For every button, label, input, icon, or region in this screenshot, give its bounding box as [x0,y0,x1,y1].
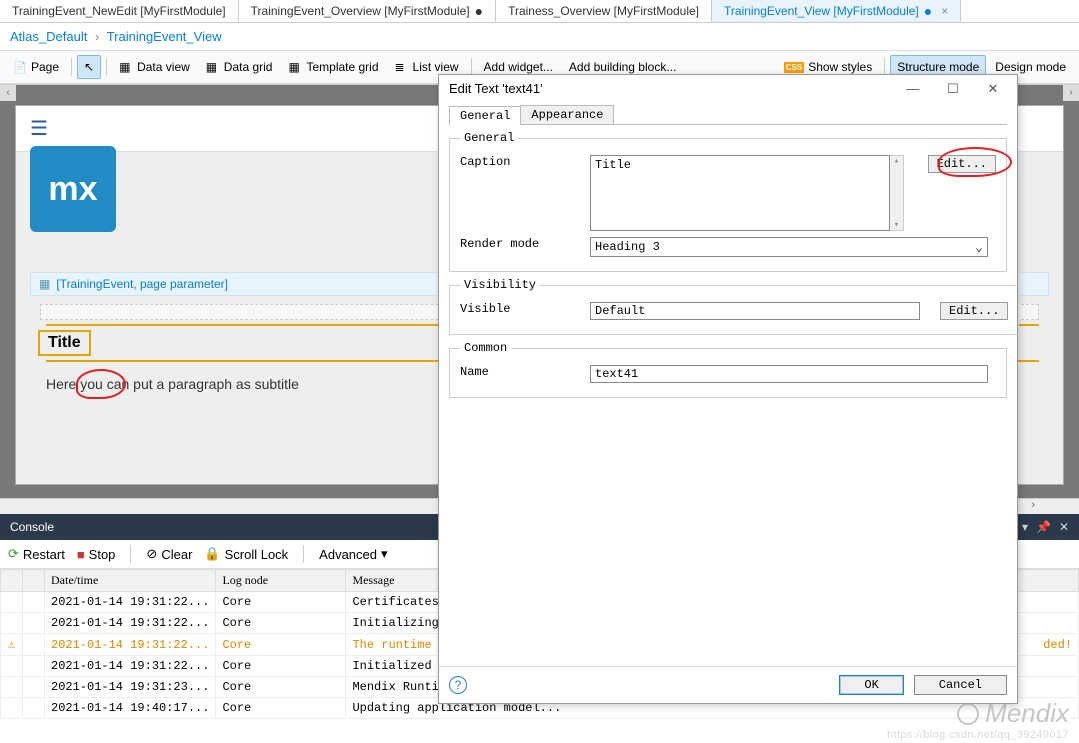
caption-input[interactable]: Title [590,155,890,231]
console-title: Console [10,520,54,534]
legend-visibility: Visibility [460,278,540,292]
stop-icon: ■ [77,547,85,562]
restart-button[interactable]: ⟳Restart [8,546,65,562]
cursor-icon: ↖ [84,60,94,74]
entity-icon [39,277,50,291]
close-icon[interactable]: × [941,4,948,18]
cancel-button[interactable]: Cancel [914,675,1007,695]
hamburger-icon[interactable]: ☰ [30,116,48,141]
breadcrumb-root[interactable]: Atlas_Default [10,29,87,44]
visible-label: Visible [460,302,580,316]
dirty-dot-icon: ● [475,4,483,18]
dialog-buttons: ? OK Cancel [439,666,1017,703]
page-icon [13,60,27,74]
clear-icon: ⊘ [146,546,157,562]
templategrid-icon [288,60,302,74]
minimize-icon[interactable]: — [893,81,933,97]
listview-icon [395,60,409,74]
dropdown-icon[interactable]: ▾ [1022,520,1028,534]
dataview-icon [119,60,133,74]
fieldset-common: Common Name [449,341,1007,398]
visible-edit-button[interactable]: Edit... [940,302,1008,320]
maximize-icon[interactable]: ☐ [933,81,973,97]
template-grid-button[interactable]: Template grid [281,55,385,79]
dialog-titlebar[interactable]: Edit Text 'text41' — ☐ ✕ [439,75,1017,103]
pin-icon[interactable]: 📌 [1036,520,1051,534]
stop-button[interactable]: ■Stop [77,547,116,562]
mendix-logo: mx [30,146,116,232]
close-icon[interactable]: ✕ [973,81,1013,97]
help-icon[interactable]: ? [449,676,467,694]
tab-appearance[interactable]: Appearance [520,105,614,124]
tab-newedit[interactable]: TrainingEvent_NewEdit [MyFirstModule] [0,0,239,22]
dirty-dot-icon: ● [924,4,932,18]
css-icon: CSS [784,62,804,73]
name-label: Name [460,365,580,379]
ok-button[interactable]: OK [839,675,903,695]
tab-view[interactable]: TrainingEvent_View [MyFirstModule]●× [712,0,961,22]
clear-button[interactable]: ⊘Clear [146,546,192,562]
separator [303,545,304,563]
data-grid-button[interactable]: Data grid [199,55,280,79]
close-icon[interactable]: ✕ [1059,520,1069,534]
caption-label: Caption [460,155,580,169]
col-icon[interactable] [1,570,23,592]
dialog-tabs: General Appearance [449,105,1007,125]
visible-input[interactable] [590,302,920,320]
document-tabs: TrainingEvent_NewEdit [MyFirstModule] Tr… [0,0,1079,23]
tab-overview[interactable]: TrainingEvent_Overview [MyFirstModule]● [239,0,496,22]
tab-general[interactable]: General [449,106,521,125]
dialog-title: Edit Text 'text41' [449,81,543,97]
separator [130,545,131,563]
scroll-left-icon[interactable]: ‹ [0,85,16,101]
legend-general: General [460,131,518,145]
entity-label: [TrainingEvent, page parameter] [56,277,228,291]
scroll-lock-button[interactable]: 🔒Scroll Lock [204,546,288,562]
col-lognode[interactable]: Log node [216,570,346,592]
separator [106,58,107,76]
caption-edit-button[interactable]: Edit... [928,155,996,173]
legend-common: Common [460,341,511,355]
fieldset-general: General Caption Title ▴▾ Edit... Render … [449,131,1007,272]
fieldset-visibility: Visibility Visible Edit... [449,278,1019,335]
scroll-right-icon[interactable]: › [1063,85,1079,101]
chevron-down-icon: ▾ [381,546,388,562]
col-datetime[interactable]: Date/time [45,570,216,592]
render-mode-label: Render mode [460,237,580,251]
chevron-right-icon: › [95,29,99,44]
datagrid-icon [206,60,220,74]
restart-icon: ⟳ [8,546,19,562]
selection-tool[interactable]: ↖ [77,55,101,79]
breadcrumb-current[interactable]: TrainingEvent_View [107,29,222,44]
watermark-sub: https://blog.csdn.net/qq_39249017 [887,729,1069,741]
render-mode-combo[interactable]: Heading 3 [590,237,988,257]
tab-trainess[interactable]: Trainess_Overview [MyFirstModule] [496,0,712,22]
lock-icon: 🔒 [204,546,220,562]
title-text-widget[interactable]: Title [38,330,91,356]
scrollbar[interactable]: ▴▾ [890,155,904,231]
breadcrumb: Atlas_Default › TrainingEvent_View [0,23,1079,50]
page-button[interactable]: Page [6,55,66,79]
separator [71,58,72,76]
advanced-button[interactable]: Advanced ▾ [319,546,387,562]
name-input[interactable] [590,365,988,383]
data-view-button[interactable]: Data view [112,55,197,79]
edit-text-dialog: Edit Text 'text41' — ☐ ✕ General Appeara… [438,74,1018,704]
col-flag[interactable] [23,570,45,592]
